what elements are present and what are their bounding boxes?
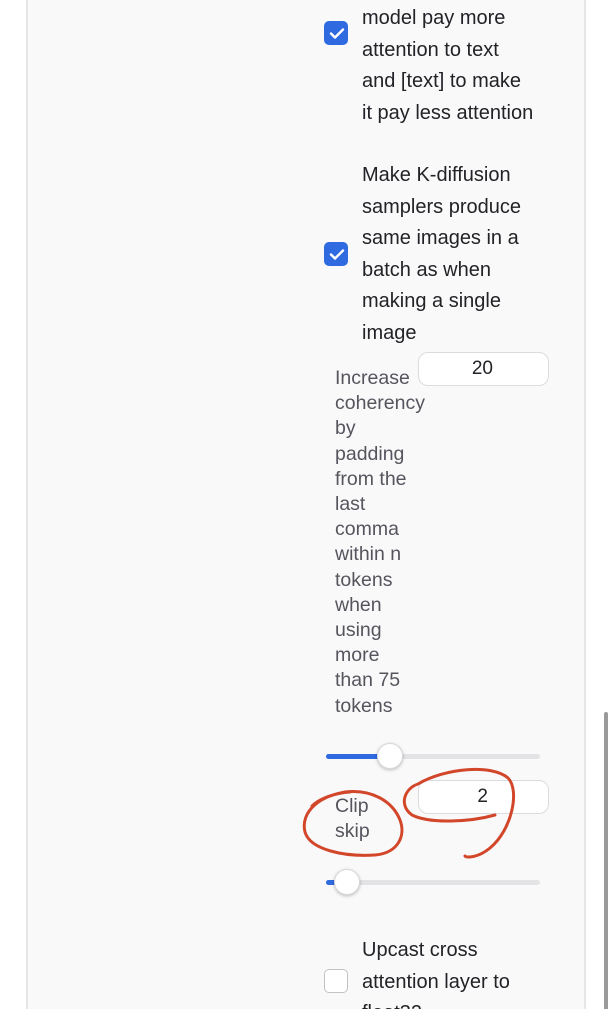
clip-skip-input[interactable]: 2 — [418, 780, 549, 814]
vertical-scrollbar[interactable] — [604, 712, 608, 1009]
emphasis-option-label: model pay more attention to text and [te… — [362, 7, 534, 124]
upcast-option-label: Upcast cross attention layer to float32 — [362, 939, 510, 1009]
clip-skip-label: Clip skip — [335, 795, 370, 843]
kdiffusion-checkbox[interactable] — [324, 242, 348, 266]
settings-panel — [26, 0, 586, 1009]
comma-padding-slider-thumb[interactable] — [377, 743, 404, 769]
kdiffusion-option-label: Make K-diffusion samplers produce same i… — [362, 164, 521, 344]
settings-screen: model pay more attention to text and [te… — [0, 0, 614, 1009]
checkmark-icon — [329, 249, 345, 260]
comma-padding-label: Increase coherency by padding from the l… — [335, 367, 425, 717]
emphasis-checkbox[interactable] — [324, 21, 348, 45]
comma-padding-slider[interactable] — [326, 754, 540, 759]
upcast-checkbox[interactable] — [324, 969, 348, 993]
comma-padding-input[interactable]: 20 — [418, 352, 549, 386]
checkmark-icon — [329, 28, 345, 39]
